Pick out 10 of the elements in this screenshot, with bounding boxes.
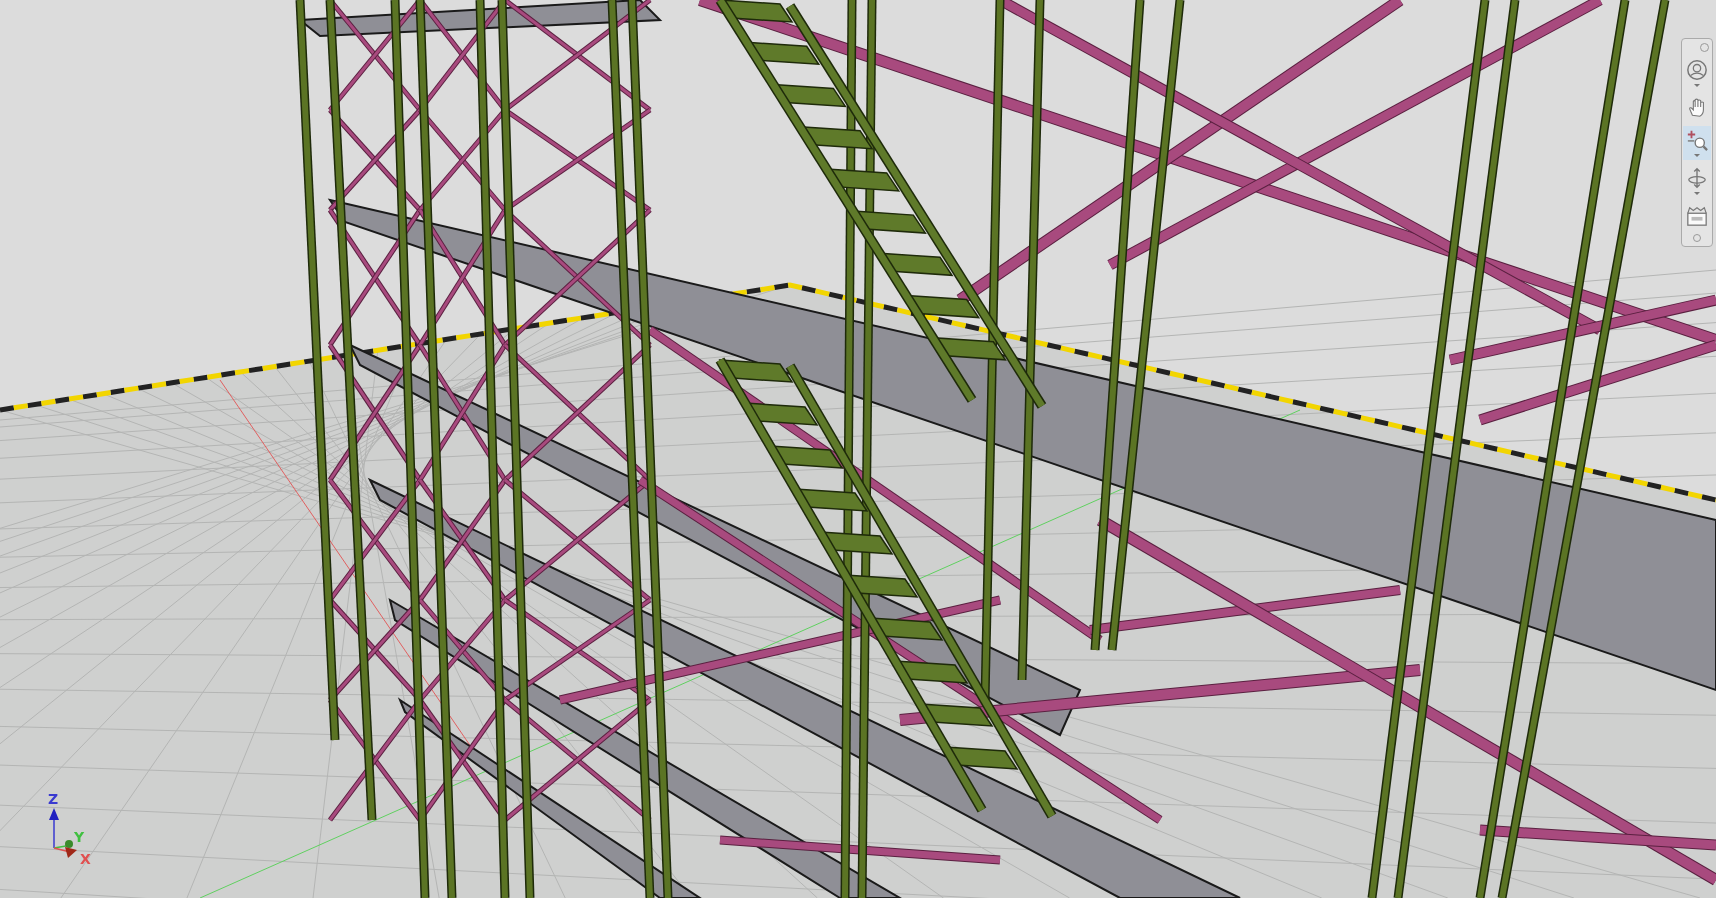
zoom-tool-button[interactable]	[1683, 126, 1711, 160]
zoom-icon	[1686, 129, 1708, 151]
film-clapper-icon	[1686, 205, 1708, 227]
orbit-icon	[1686, 167, 1708, 189]
axis-label: Y	[74, 829, 85, 845]
axis-label: X	[80, 851, 91, 867]
caret-icon[interactable]	[1694, 154, 1700, 157]
axis-label: Z	[48, 792, 59, 807]
caret-icon[interactable]	[1694, 84, 1700, 87]
caret-icon[interactable]	[1694, 192, 1700, 195]
